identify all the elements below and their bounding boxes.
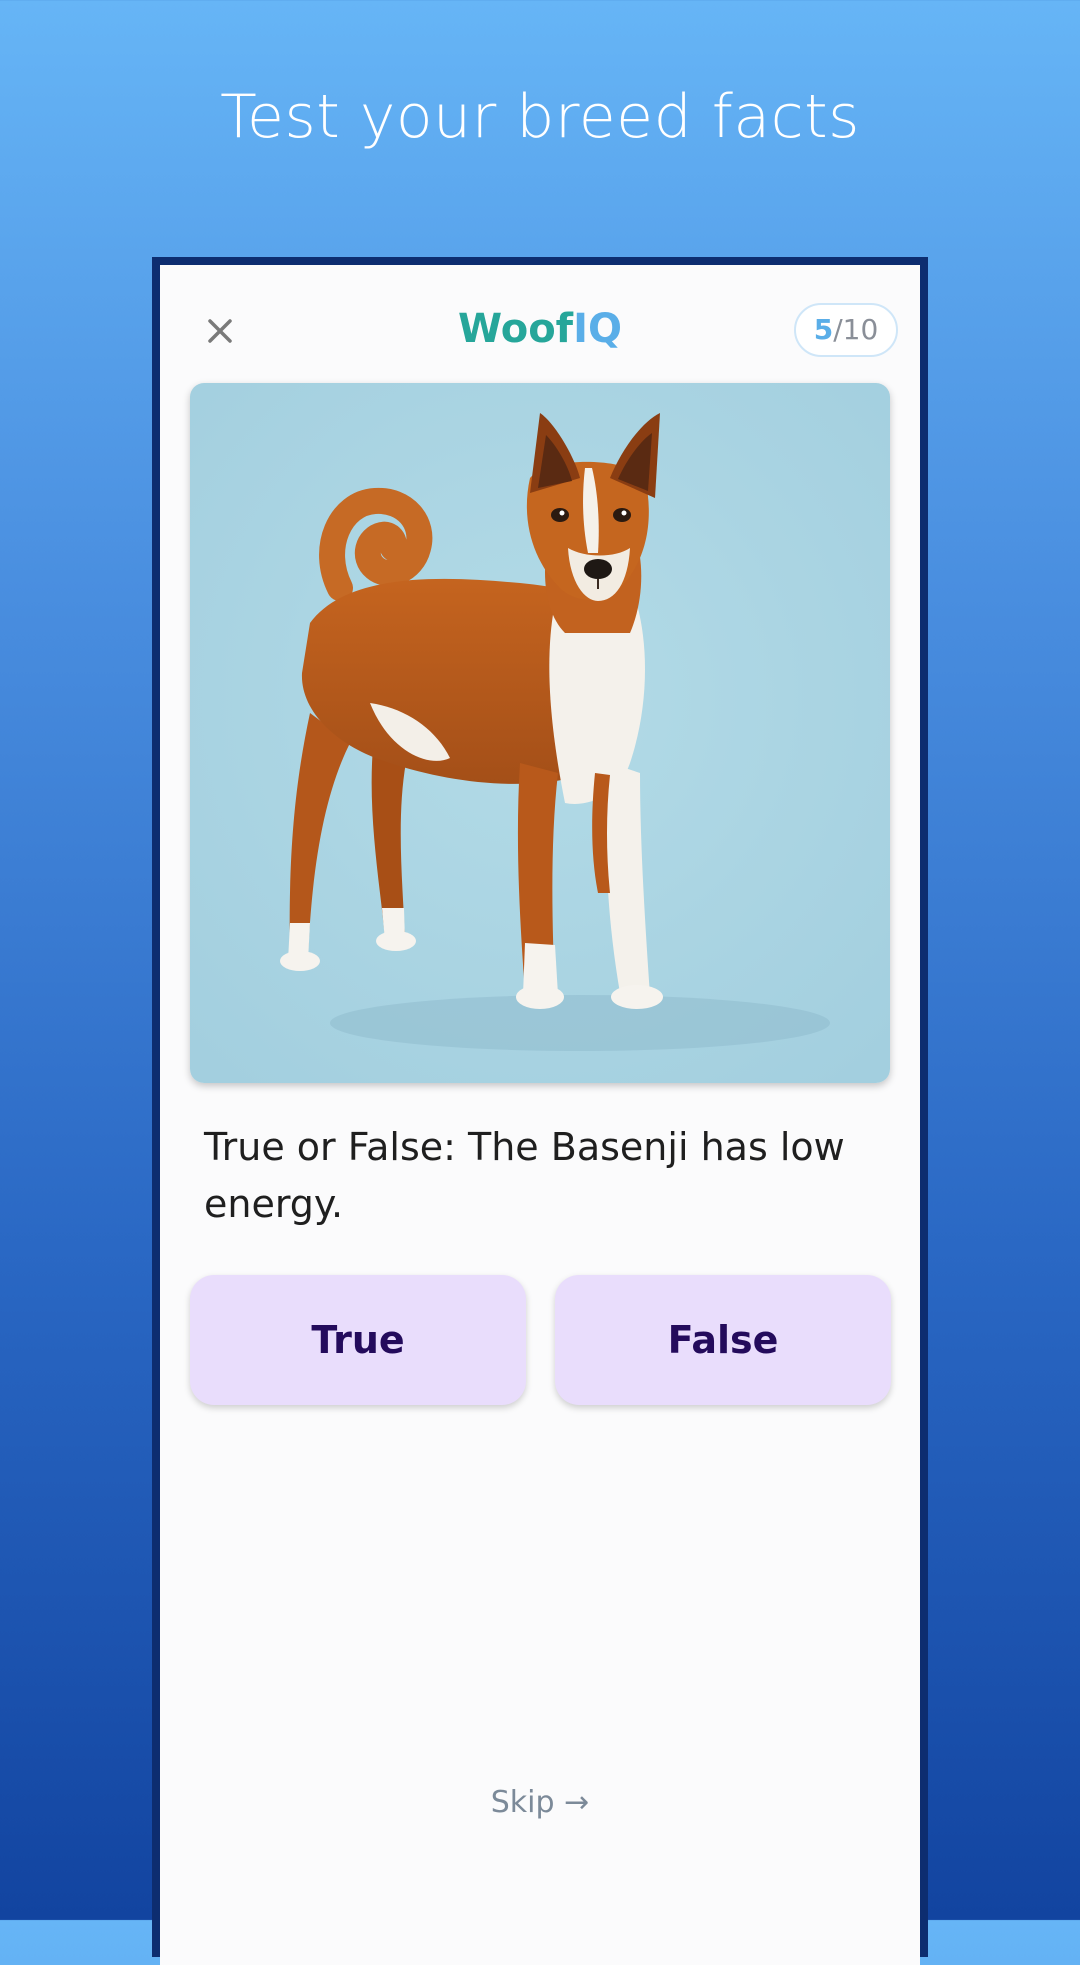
progress-separator: / bbox=[833, 313, 843, 346]
question-text: True or False: The Basenji has low energ… bbox=[204, 1125, 845, 1226]
progress-indicator: 5/10 bbox=[794, 303, 898, 357]
app-title-part2: IQ bbox=[573, 306, 622, 352]
basenji-photo bbox=[190, 383, 890, 1083]
true-button[interactable]: True bbox=[190, 1275, 526, 1405]
app-title-part1: Woof bbox=[458, 306, 574, 352]
skip-link[interactable]: Skip → bbox=[160, 1785, 920, 1820]
app-screen: WoofIQ 5/10 True or False: The Basenji h… bbox=[160, 265, 920, 1965]
dog-illustration bbox=[190, 383, 890, 1083]
promo-headline: Test your breed facts bbox=[220, 82, 860, 152]
false-button[interactable]: False bbox=[555, 1275, 891, 1405]
progress-total: 10 bbox=[842, 313, 879, 346]
device-frame: WoofIQ 5/10 True or False: The Basenji h… bbox=[152, 257, 928, 1965]
progress-current: 5 bbox=[813, 313, 834, 346]
